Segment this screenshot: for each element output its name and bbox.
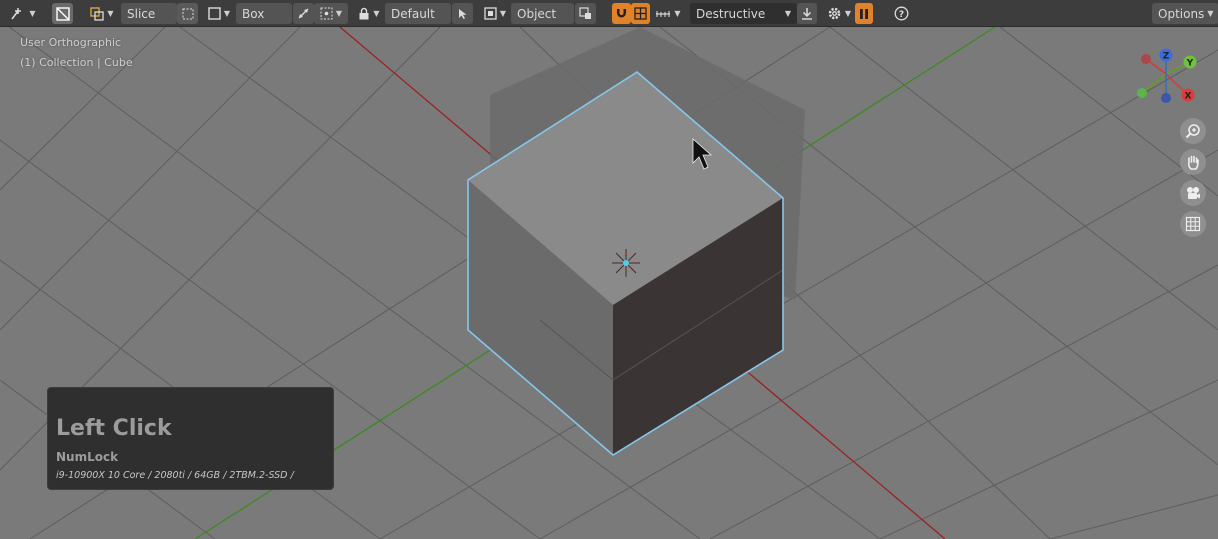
gear-icon: [828, 7, 841, 20]
chevron-down-icon: ▼: [335, 9, 343, 18]
gizmo-z-label: Z: [1163, 52, 1170, 62]
pressed-key: Left Click: [56, 416, 172, 441]
chevron-down-icon: ▼: [499, 9, 507, 18]
chevron-down-icon: ▼: [107, 9, 114, 18]
svg-text:?: ?: [898, 10, 903, 20]
snap-toggle-button[interactable]: [612, 3, 631, 24]
grid-snap-button[interactable]: [631, 3, 650, 24]
orientation-gizmo[interactable]: X Y Z: [1130, 44, 1202, 110]
apply-button[interactable]: [797, 3, 817, 24]
collection-label: (1) Collection | Cube: [20, 56, 133, 69]
origin-options-button[interactable]: ▼: [314, 3, 348, 24]
orientation-pick-button[interactable]: [452, 3, 473, 24]
tool-selector-button[interactable]: ▼: [6, 3, 40, 24]
orientation-field[interactable]: Default: [385, 3, 451, 24]
pan-button[interactable]: [1180, 149, 1206, 175]
chevron-down-icon: ▼: [373, 9, 380, 18]
draw-method-button[interactable]: [293, 3, 314, 24]
lock-button[interactable]: ▼: [354, 3, 384, 24]
grid-icon: [1185, 216, 1201, 232]
help-question-icon: ?: [894, 6, 908, 21]
center-origin-icon: [320, 7, 333, 20]
pivot-options-icon: [579, 7, 591, 19]
snap-options-button[interactable]: ▼: [651, 3, 685, 24]
chevron-down-icon: ▼: [29, 9, 36, 18]
3d-viewport[interactable]: User Orthographic (1) Collection | Cube …: [0, 0, 1218, 539]
pivot-field[interactable]: Object: [511, 3, 574, 24]
chevron-down-icon: ▼: [1207, 9, 1214, 18]
chevron-down-icon: ▼: [674, 9, 681, 18]
lock-icon: [359, 7, 369, 20]
screencast-key-overlay: Left Click NumLock i9-10900X 10 Core / 2…: [47, 387, 334, 490]
increment-snap-icon: [656, 11, 671, 17]
zoom-button[interactable]: [1180, 118, 1206, 144]
chevron-down-icon: ▼: [223, 9, 231, 18]
origin-icon: [612, 249, 640, 277]
modifier-key: NumLock: [56, 450, 119, 464]
boolean-mode-value: Destructive: [696, 6, 766, 21]
help-button[interactable]: ?: [891, 3, 911, 24]
slice-mode-icon: [90, 6, 105, 21]
hand-icon: [1187, 155, 1199, 170]
box-shape-icon: [208, 7, 221, 20]
pause-button[interactable]: [855, 3, 873, 24]
view-name: User Orthographic: [20, 36, 122, 49]
tool-settings-icon: [11, 7, 22, 19]
system-specs: i9-10900X 10 Core / 2080ti / 64GB / 2TBM…: [56, 470, 294, 481]
pivot-box-icon: [484, 7, 497, 20]
options-label: Options: [1158, 6, 1205, 21]
zoom-icon: [1185, 124, 1200, 139]
options-menu[interactable]: Options ▼: [1152, 3, 1218, 24]
mode-options-button[interactable]: [177, 3, 198, 24]
cut-mode-icon-button[interactable]: ▼: [86, 3, 118, 24]
settings-button[interactable]: ▼: [823, 3, 855, 24]
cut-mode-field[interactable]: Slice: [121, 3, 177, 24]
pivot-options-button[interactable]: [575, 3, 596, 24]
shape-field[interactable]: Box: [236, 3, 292, 24]
magnet-icon: [617, 9, 626, 18]
gizmo-y-label: Y: [1186, 59, 1194, 69]
snap-grid-icon: [634, 7, 647, 20]
camera-icon: [1187, 187, 1200, 199]
shape-icon-button[interactable]: ▼: [203, 3, 235, 24]
camera-view-button[interactable]: [1180, 180, 1206, 206]
chevron-down-icon: ▼: [784, 9, 791, 18]
chevron-down-icon: ▼: [844, 9, 852, 18]
pivot-icon-button[interactable]: ▼: [480, 3, 510, 24]
download-arrow-icon: [802, 8, 812, 20]
cursor-pick-icon: [458, 8, 466, 19]
tool-header: ▼ ▼ Slice ▼ Box ▼ ▼ Default ▼ Object ▼ D…: [0, 0, 1218, 27]
diagonal-slice-icon: [55, 6, 70, 21]
mode-toggle-button[interactable]: [52, 3, 73, 24]
boolean-mode-dropdown[interactable]: Destructive ▼: [690, 3, 797, 24]
perspective-toggle-button[interactable]: [1180, 211, 1206, 237]
dashed-box-icon: [182, 8, 193, 19]
diagonal-arrows-icon: [298, 8, 309, 19]
gizmo-x-label: X: [1185, 92, 1192, 102]
pause-icon: [860, 8, 868, 19]
